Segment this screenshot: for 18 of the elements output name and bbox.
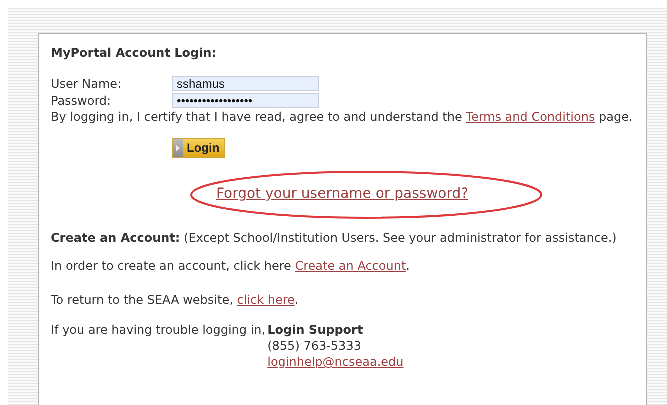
return-link[interactable]: click here [237,293,295,307]
support-intro: If you are having trouble logging in, [51,322,267,339]
field-label: User Name: [51,76,123,90]
create-account-text: In order to create an account, click here Create an Account. [51,258,411,274]
input-field[interactable]: •••••••••••••••••• [172,93,319,108]
return-text: To return to the SEAA website, click here. [51,292,300,308]
support-email-link[interactable]: loginhelp@ncseaa.edu [268,354,404,370]
input-field[interactable]: sshamus [172,76,319,91]
support-heading: Login Support [268,322,364,338]
chevron-icon [176,144,180,152]
login-button[interactable]: Login [172,138,225,158]
panel-title: MyPortal Account Login: [51,45,218,61]
field-label: Password: [51,94,112,108]
create-account-heading: Create an Account: (Except School/Institution Users. See your administrator for assistance.) [51,230,618,246]
terms-link[interactable]: Terms and Conditions [466,110,596,124]
certify-text: By logging in, I certify that I have read, agree to and understand the Terms and Conditions page. [51,109,634,125]
support-phone: (855) 763-5333 [268,338,362,354]
create-account-link[interactable]: Create an Account [295,259,406,273]
